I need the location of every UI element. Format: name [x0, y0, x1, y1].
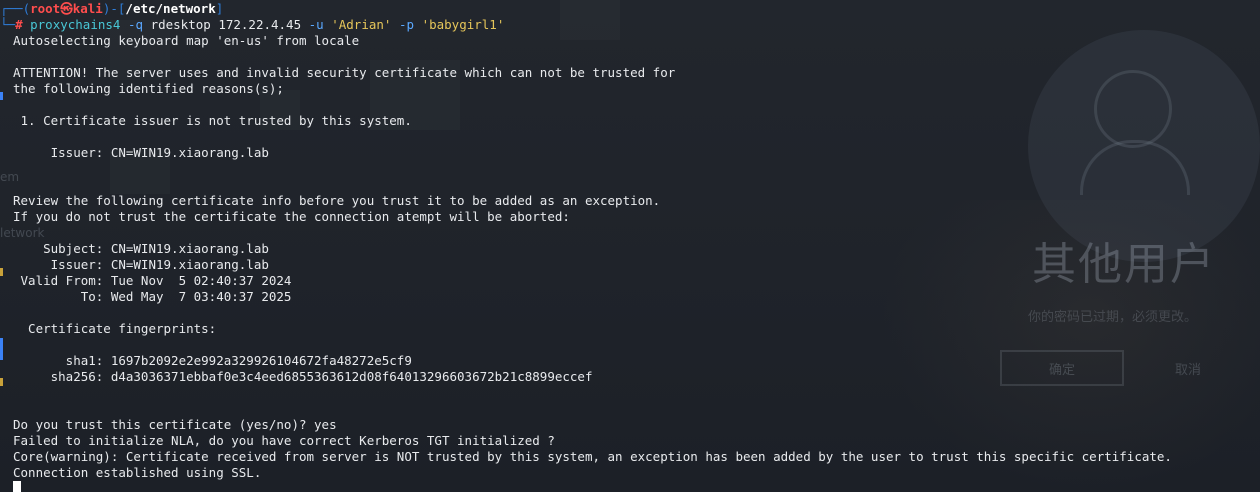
command-flag: -p [398, 17, 415, 32]
output-line: sha1: 1697b2092e2e992a329926104672fa4827… [13, 353, 412, 368]
output-line: If you do not trust the certificate the … [13, 209, 570, 224]
prompt-cwd: /etc/network [125, 1, 216, 16]
output-line: Issuer: CN=WIN19.xiaorang.lab [13, 145, 269, 160]
command-pass-arg: 'babygirl1' [421, 17, 505, 32]
prompt-line: ┌──(root㉿kali)-[/etc/network] [0, 1, 224, 16]
output-line: To: Wed May 7 03:40:37 2025 [13, 289, 292, 304]
output-line: the following identified reasons(s); [13, 81, 284, 96]
output-line: Review the following certificate info be… [13, 193, 661, 208]
prompt-user: root [30, 1, 61, 16]
output-line: sha256: d4a3036371ebbaf0e3c4eed685536361… [13, 369, 593, 384]
prompt-host: kali [72, 1, 103, 16]
output-line: Connection established using SSL. [13, 465, 262, 480]
output-line: Certificate fingerprints: [13, 321, 217, 336]
output-line: ATTENTION! The server uses and invalid s… [13, 65, 676, 80]
text-cursor[interactable] [13, 481, 21, 492]
command-target: 172.22.4.45 [218, 17, 302, 32]
command-line[interactable]: └─# proxychains4 -q rdesktop 172.22.4.45… [0, 17, 504, 33]
command-tool: rdesktop [150, 17, 211, 32]
command-program: proxychains4 [30, 17, 121, 32]
output-line: Do you trust this certificate (yes/no)? … [13, 417, 337, 432]
command-flag: -q [127, 17, 144, 32]
output-line: Valid From: Tue Nov 5 02:40:37 2024 [13, 273, 292, 288]
command-flag: -u [308, 17, 324, 32]
screen: 其他用户 你的密码已过期，必须更改。 确定 取消 em letwork ┌──(… [0, 0, 1260, 492]
output-line: Subject: CN=WIN19.xiaorang.lab [13, 241, 269, 256]
command-user-arg: 'Adrian' [331, 17, 392, 32]
output-line: Autoselecting keyboard map 'en-us' from … [13, 33, 360, 48]
prompt-symbol: # [15, 17, 23, 32]
output-line: Issuer: CN=WIN19.xiaorang.lab [13, 257, 269, 272]
terminal[interactable]: ┌──(root㉿kali)-[/etc/network] └─# proxyc… [0, 0, 1260, 492]
output-line: Failed to initialize NLA, do you have co… [13, 433, 555, 448]
output-line: Core(warning): Certificate received from… [13, 449, 1172, 464]
output-line: 1. Certificate issuer is not trusted by … [13, 113, 412, 128]
skull-icon: ㉿ [60, 1, 73, 16]
